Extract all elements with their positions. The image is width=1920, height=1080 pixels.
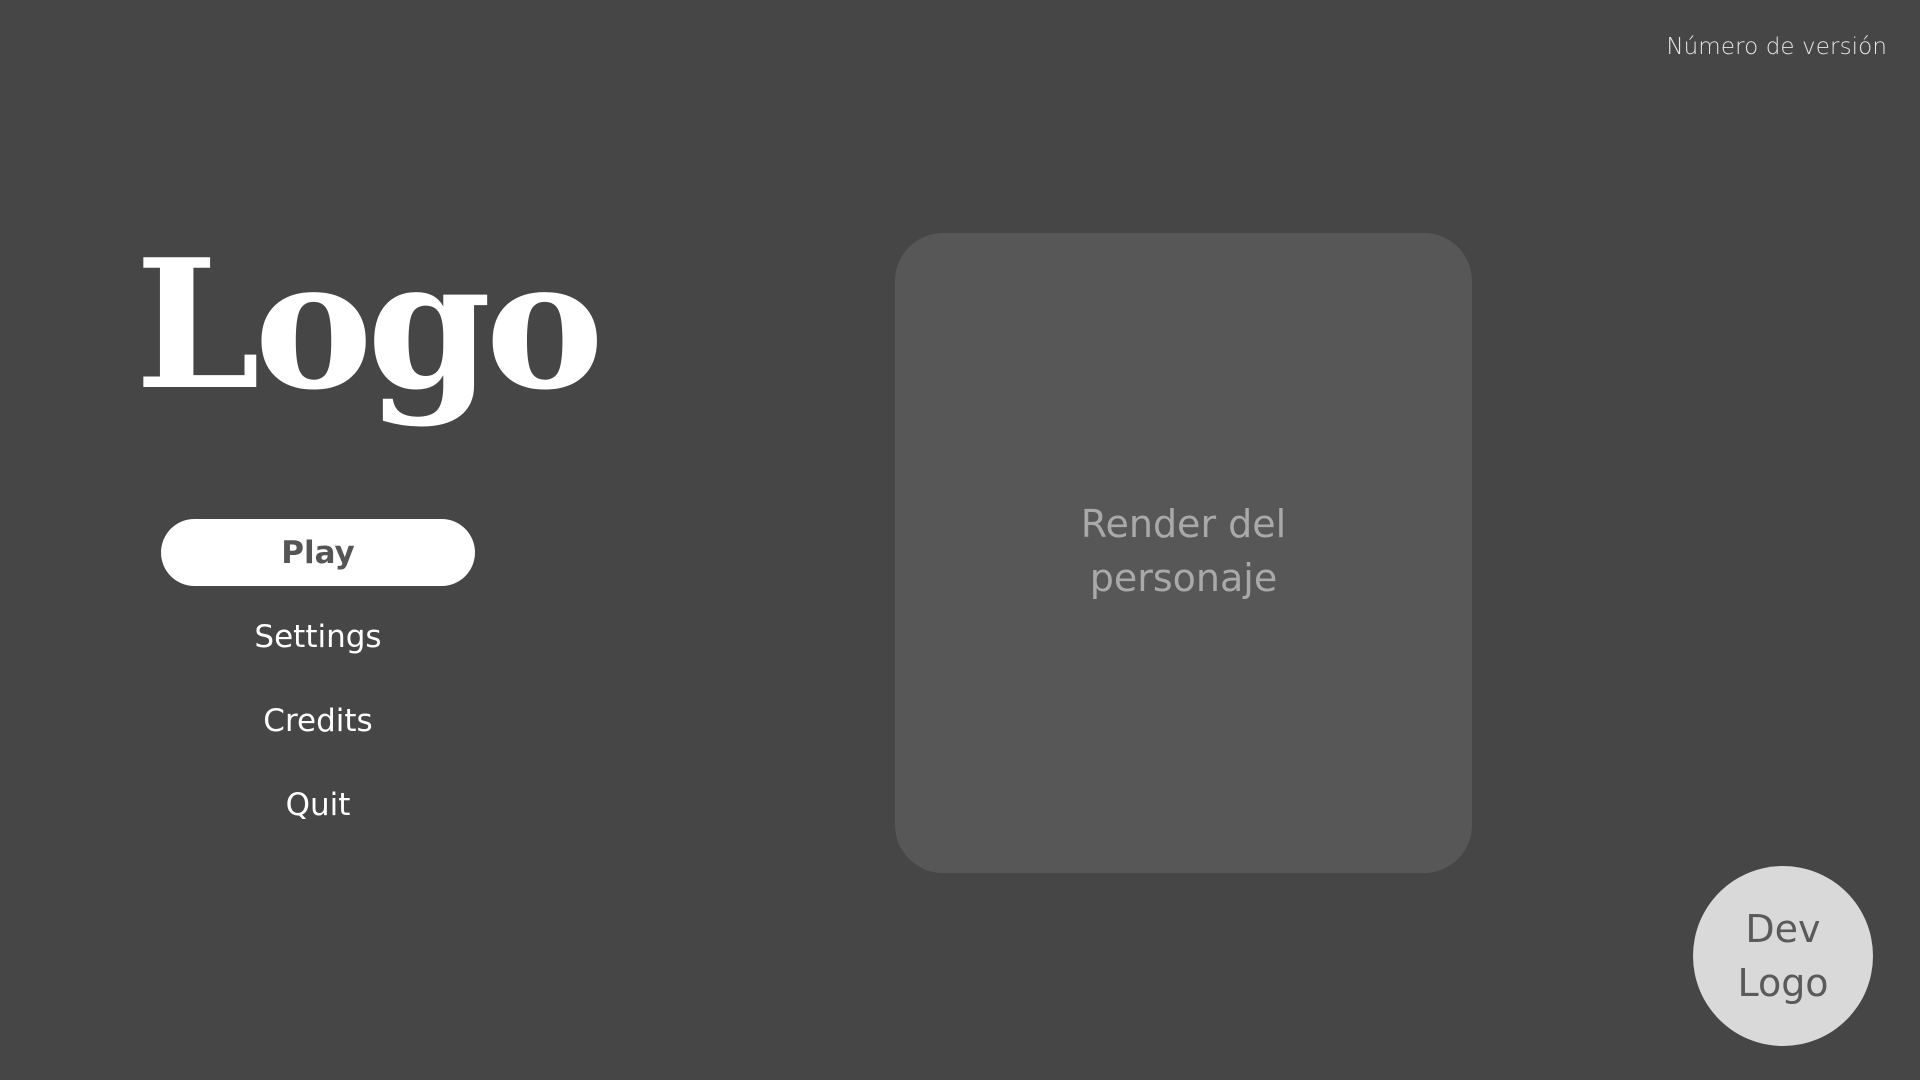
- credits-button[interactable]: Credits: [161, 687, 475, 754]
- quit-button[interactable]: Quit: [161, 771, 475, 838]
- version-number: Número de versión: [1666, 34, 1887, 60]
- game-logo: Logo: [135, 220, 604, 429]
- main-menu-screen: Número de versión Logo Play Settings Cre…: [0, 0, 1920, 1080]
- play-button[interactable]: Play: [161, 519, 475, 586]
- dev-logo-text: Dev Logo: [1737, 907, 1829, 1005]
- dev-logo: Dev Logo: [1693, 866, 1873, 1046]
- settings-button[interactable]: Settings: [161, 603, 475, 670]
- main-menu: Play Settings Credits Quit: [161, 519, 475, 855]
- character-render-panel: Render del personaje: [895, 233, 1472, 873]
- character-render-label: Render del personaje: [1080, 501, 1287, 600]
